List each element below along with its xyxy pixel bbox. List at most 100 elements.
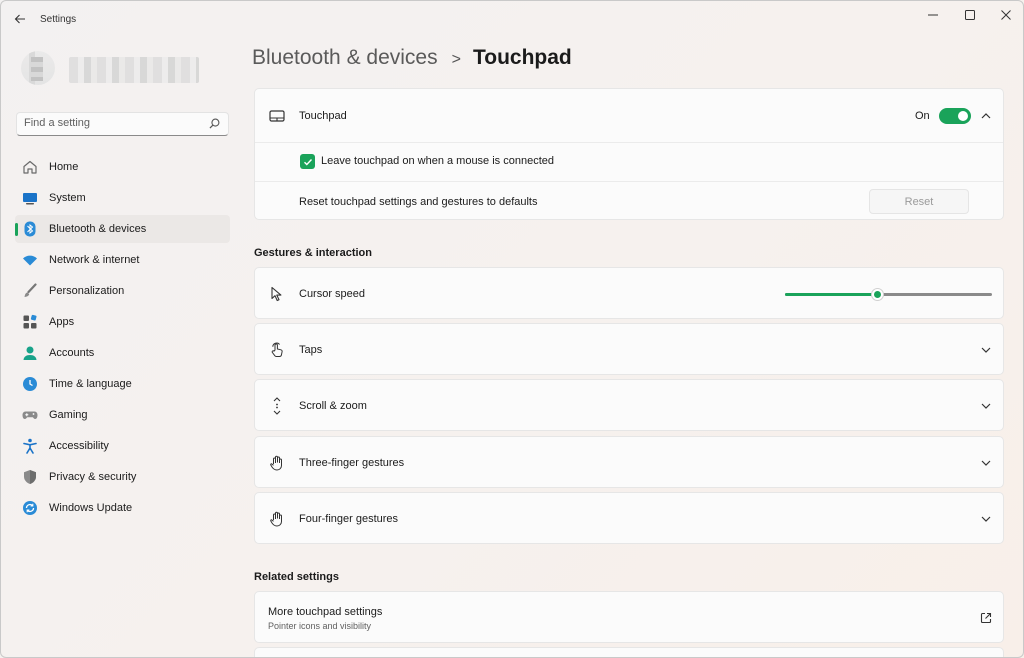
update-icon	[22, 500, 38, 516]
more-touchpad-settings-label: More touchpad settings	[268, 606, 383, 618]
sidebar-item-label: Apps	[49, 316, 75, 328]
back-arrow-icon	[14, 14, 25, 24]
search-icon[interactable]	[209, 118, 220, 129]
touchpad-label: Touchpad	[299, 110, 347, 122]
touchpad-header-row[interactable]: Touchpad On	[255, 89, 1003, 142]
reset-label: Reset touchpad settings and gestures to …	[299, 196, 538, 208]
external-link-icon[interactable]	[979, 611, 993, 625]
checkmark-icon	[303, 158, 312, 166]
wifi-icon	[22, 252, 38, 268]
more-touchpad-settings-sub: Pointer icons and visibility	[268, 621, 372, 631]
sidebar-item-label: System	[49, 192, 86, 204]
settings-window: Settings Home System	[0, 0, 1024, 658]
search-input[interactable]	[24, 117, 204, 129]
sidebar-item-personalization[interactable]: Personalization	[15, 277, 230, 305]
three-finger-card[interactable]: Three-finger gestures	[254, 436, 1004, 488]
chevron-down-icon[interactable]	[979, 343, 993, 357]
slider-fill	[785, 293, 878, 296]
bluetooth-icon	[22, 221, 38, 237]
sidebar-item-label: Bluetooth & devices	[49, 223, 147, 235]
four-finger-card[interactable]: Four-finger gestures	[254, 492, 1004, 544]
sidebar-item-windows-update[interactable]: Windows Update	[15, 494, 230, 522]
next-related-card[interactable]	[254, 647, 1004, 657]
maximize-icon	[965, 10, 975, 20]
breadcrumb: Bluetooth & devices > Touchpad	[252, 46, 572, 70]
hand-icon	[268, 454, 286, 472]
sidebar-item-label: Gaming	[49, 409, 88, 421]
taps-label: Taps	[299, 344, 323, 356]
hand-icon	[268, 510, 286, 528]
apps-icon	[22, 314, 38, 330]
accessibility-icon	[22, 438, 38, 454]
section-title-related: Related settings	[254, 571, 339, 583]
sidebar-item-time-language[interactable]: Time & language	[15, 370, 230, 398]
sidebar-item-label: Network & internet	[49, 254, 140, 266]
person-icon	[22, 345, 38, 361]
shield-icon	[22, 469, 38, 485]
chevron-up-icon[interactable]	[979, 109, 993, 123]
reset-button[interactable]: Reset	[869, 189, 969, 214]
app-title: Settings	[40, 14, 77, 25]
sidebar-item-accessibility[interactable]: Accessibility	[15, 432, 230, 460]
gamepad-icon	[22, 407, 38, 423]
close-icon	[1001, 10, 1011, 20]
sidebar-nav: Home System Bluetooth & devices Network …	[15, 153, 230, 525]
taps-card[interactable]: Taps	[254, 323, 1004, 375]
leave-touchpad-on-label[interactable]: Leave touchpad on when a mouse is connec…	[321, 155, 554, 167]
close-button[interactable]	[991, 5, 1021, 25]
monitor-icon	[22, 190, 38, 206]
cursor-speed-card: Cursor speed	[254, 267, 1004, 319]
sidebar-item-gaming[interactable]: Gaming	[15, 401, 230, 429]
sidebar-item-system[interactable]: System	[15, 184, 230, 212]
home-icon	[22, 159, 38, 175]
cursor-icon	[268, 285, 286, 303]
more-touchpad-settings-card[interactable]: More touchpad settings Pointer icons and…	[254, 591, 1004, 643]
touchpad-toggle[interactable]	[939, 108, 971, 124]
chevron-down-icon[interactable]	[979, 399, 993, 413]
minimize-icon	[928, 14, 938, 16]
scroll-zoom-card[interactable]: Scroll & zoom	[254, 379, 1004, 431]
leave-touchpad-on-checkbox[interactable]	[300, 154, 315, 169]
globe-clock-icon	[22, 376, 38, 392]
sidebar-item-bluetooth-devices[interactable]: Bluetooth & devices	[15, 215, 230, 243]
sidebar-item-label: Accounts	[49, 347, 95, 359]
scroll-zoom-label: Scroll & zoom	[299, 400, 367, 412]
maximize-button[interactable]	[955, 5, 985, 25]
cursor-speed-slider[interactable]	[785, 288, 992, 301]
chevron-down-icon[interactable]	[979, 456, 993, 470]
section-title-gestures: Gestures & interaction	[254, 247, 372, 259]
sidebar-item-accounts[interactable]: Accounts	[15, 339, 230, 367]
sidebar-item-privacy-security[interactable]: Privacy & security	[15, 463, 230, 491]
sidebar-item-network[interactable]: Network & internet	[15, 246, 230, 274]
touchpad-card: Touchpad On Leave touchpad on when a mou…	[254, 88, 1004, 220]
scroll-icon	[268, 397, 286, 415]
sidebar-item-home[interactable]: Home	[15, 153, 230, 181]
toggle-state-label: On	[915, 110, 930, 122]
cursor-speed-label: Cursor speed	[299, 288, 366, 300]
search-box[interactable]	[16, 112, 229, 136]
divider	[255, 142, 1003, 143]
sidebar-item-label: Privacy & security	[49, 471, 137, 483]
avatar[interactable]	[21, 51, 55, 85]
breadcrumb-parent-link[interactable]: Bluetooth & devices	[252, 46, 438, 70]
three-finger-label: Three-finger gestures	[299, 457, 405, 469]
tap-icon	[268, 341, 286, 359]
sidebar-item-label: Windows Update	[49, 502, 133, 514]
brush-icon	[22, 283, 38, 299]
sidebar-item-label: Personalization	[49, 285, 125, 297]
breadcrumb-separator: >	[451, 51, 461, 68]
sidebar-item-apps[interactable]: Apps	[15, 308, 230, 336]
divider	[255, 181, 1003, 182]
minimize-button[interactable]	[918, 5, 948, 25]
page-title: Touchpad	[472, 46, 572, 69]
four-finger-label: Four-finger gestures	[299, 513, 399, 525]
profile-name-blurred	[69, 57, 199, 83]
sidebar-item-label: Home	[49, 161, 79, 173]
slider-thumb[interactable]	[871, 288, 884, 301]
chevron-down-icon[interactable]	[979, 512, 993, 526]
sidebar-item-label: Time & language	[49, 378, 132, 390]
sidebar-item-label: Accessibility	[49, 440, 109, 452]
title-bar: Settings	[1, 1, 1023, 37]
touchpad-icon	[268, 107, 286, 125]
back-button[interactable]	[11, 10, 29, 28]
